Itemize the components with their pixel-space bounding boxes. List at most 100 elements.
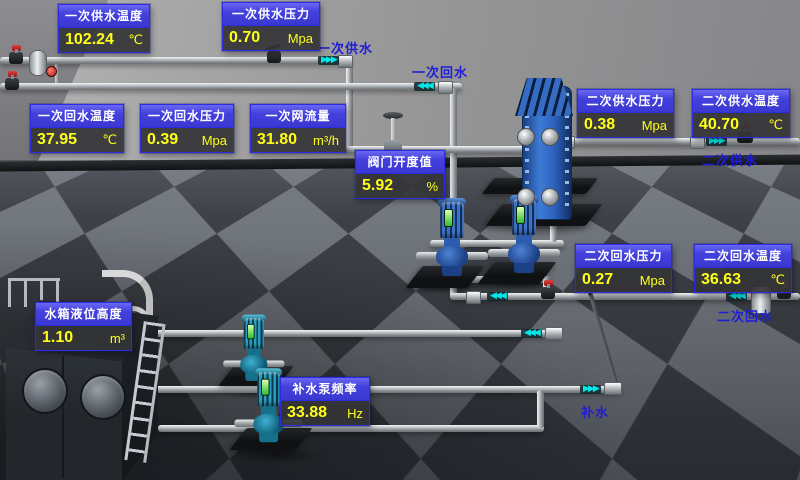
label-title: 一次回水压力 <box>141 105 233 128</box>
tank-manhole-left <box>22 368 68 414</box>
value-text: 37.95 <box>37 131 77 149</box>
value-text: 102.24 <box>65 31 114 49</box>
tank-manhole-right <box>80 374 126 420</box>
pipe-primary-supply <box>0 57 352 64</box>
label-value-row: 33.88 Hz <box>281 401 369 425</box>
pump-pedestal <box>259 433 278 443</box>
label-title: 二次回水温度 <box>695 245 791 268</box>
pump-volute <box>508 243 540 265</box>
label-value-row: 1.10 m³ <box>36 326 131 350</box>
label-primary-return-temp: 一次回水温度 37.95 ℃ <box>30 104 124 153</box>
flow-arrows-secondary-supply: ▶▶▶ <box>706 137 727 146</box>
value-text: 0.70 <box>229 29 260 47</box>
pipe-tag-primary-return: 一次回水 <box>412 62 468 81</box>
pipe-tag-secondary-supply: 二次供水 <box>702 150 758 169</box>
flow-arrows-secondary-return-2: ◀◀◀ <box>726 292 747 301</box>
label-value-row: 102.24 ℃ <box>59 28 149 52</box>
unit-text: Mpa <box>196 133 227 148</box>
unit-text: Mpa <box>634 273 665 288</box>
label-title: 补水泵频率 <box>281 378 369 401</box>
label-value-row: 0.70 Mpa <box>223 26 319 50</box>
hmi-heat-exchange-station-screen: ▶▶▶ ◀◀◀ ▶▶▶ ◀◀◀ ◀◀◀ ◀◀◀ ▶▶▶ <box>0 0 800 480</box>
pipe-coupling <box>438 81 453 94</box>
label-title: 水箱液位高度 <box>36 303 131 326</box>
valve-primary-return-outlet <box>5 78 19 90</box>
tank-panel-seam <box>62 356 64 478</box>
label-primary-flow: 一次网流量 31.80 m³/h <box>250 104 346 153</box>
unit-text: Mpa <box>636 118 667 133</box>
value-text: 31.80 <box>257 131 297 149</box>
flow-arrows-secondary-return-1: ◀◀◀ <box>487 292 508 301</box>
unit-text: ℃ <box>96 132 117 148</box>
label-value-row: 0.38 Mpa <box>578 113 673 137</box>
flow-arrows-makeup: ▶▶▶ <box>580 385 601 394</box>
label-value-row: 31.80 m³/h <box>251 128 345 152</box>
value-text: 36.63 <box>701 271 741 289</box>
label-secondary-supply-pressure: 二次供水压力 0.38 Mpa <box>577 89 674 138</box>
pipe-tag-makeup: 补水 <box>581 402 609 421</box>
pipe-primary-supply-riser <box>346 60 353 152</box>
pump-volute <box>436 246 468 268</box>
label-value-row: 0.39 Mpa <box>141 128 233 152</box>
pump-run-indicator <box>516 206 525 224</box>
label-primary-supply-pressure: 一次供水压力 0.70 Mpa <box>222 2 320 51</box>
unit-text: ℃ <box>122 32 143 48</box>
pipe-primary-return <box>0 83 462 90</box>
value-text: 5.92 <box>362 177 393 195</box>
valve-primary-supply-inlet <box>9 52 23 64</box>
label-title: 一次供水压力 <box>223 3 319 26</box>
value-text: 1.10 <box>42 329 73 347</box>
pipe-tag-secondary-return: 二次回水 <box>717 306 773 325</box>
label-title: 一次回水温度 <box>31 105 123 128</box>
label-title: 二次回水压力 <box>576 245 671 268</box>
pipe-makeup-lower-riser <box>537 390 544 428</box>
label-value-row: 0.27 Mpa <box>576 268 671 292</box>
pipe-coupling <box>466 291 481 304</box>
pipe-coupling <box>545 327 563 340</box>
pump-pedestal <box>442 266 462 276</box>
pipe-tank-outlet <box>148 330 560 337</box>
unit-text: m³ <box>104 331 125 346</box>
pump-run-indicator <box>444 209 453 227</box>
pipe-makeup-lower <box>158 425 544 432</box>
label-title: 一次供水温度 <box>59 5 149 28</box>
pressure-gauge <box>46 66 57 77</box>
label-value-row: 36.63 ℃ <box>695 268 791 292</box>
label-primary-supply-temp: 一次供水温度 102.24 ℃ <box>58 4 150 53</box>
circulation-pump-1 <box>424 202 480 276</box>
flow-arrows-tank-line: ◀◀◀ <box>521 329 542 338</box>
label-title: 二次供水温度 <box>693 90 789 113</box>
pipe-coupling <box>604 382 622 395</box>
label-tank-level: 水箱液位高度 1.10 m³ <box>35 302 132 351</box>
value-text: 0.27 <box>582 271 613 289</box>
label-title: 一次网流量 <box>251 105 345 128</box>
value-text: 33.88 <box>287 404 327 422</box>
flow-arrows-primary-return: ◀◀◀ <box>414 82 435 91</box>
flow-arrows-primary-supply: ▶▶▶ <box>318 56 339 65</box>
value-text: 0.39 <box>147 131 178 149</box>
label-secondary-return-pressure: 二次回水压力 0.27 Mpa <box>575 244 672 293</box>
unit-text: Mpa <box>282 31 313 46</box>
label-value-row: 40.70 ℃ <box>693 113 789 137</box>
label-value-row: 5.92 % <box>356 174 444 198</box>
circulation-pump-2 <box>496 199 552 273</box>
label-value-row: 37.95 ℃ <box>31 128 123 152</box>
pump-run-indicator <box>261 379 270 396</box>
pipe-tag-primary-supply: 一次供水 <box>317 38 373 57</box>
label-makeup-pump-freq: 补水泵频率 33.88 Hz <box>280 377 370 426</box>
label-secondary-return-temp: 二次回水温度 36.63 ℃ <box>694 244 792 293</box>
label-primary-return-pressure: 一次回水压力 0.39 Mpa <box>140 104 234 153</box>
pump-run-indicator <box>247 324 255 339</box>
exchanger-port-bottom-right <box>541 188 559 206</box>
pump-pedestal <box>514 263 534 273</box>
value-text: 0.38 <box>584 116 615 134</box>
exchanger-port-top-right <box>541 128 559 146</box>
unit-text: m³/h <box>307 133 339 148</box>
strainer <box>29 50 47 76</box>
label-valve-opening: 阀门开度值 5.92 % <box>355 150 445 199</box>
unit-text: % <box>420 179 438 194</box>
pipe-makeup-water <box>148 386 622 393</box>
label-secondary-supply-temp: 二次供水温度 40.70 ℃ <box>692 89 790 138</box>
value-text: 40.70 <box>699 116 739 134</box>
unit-text: ℃ <box>762 117 783 133</box>
